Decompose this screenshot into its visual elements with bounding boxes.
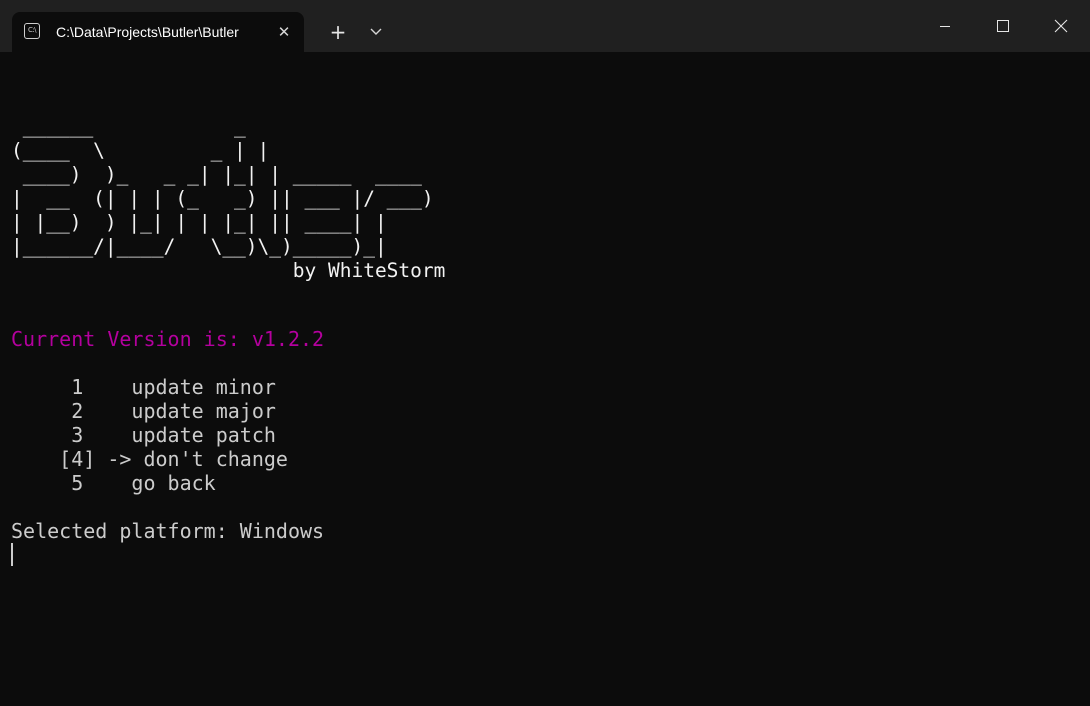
banner-line: | |__) ) |_| | | |_| || ____| | (11, 211, 387, 234)
version-line: Current Version is: v1.2.2 (11, 327, 325, 351)
menu-option: 1 update minor (11, 375, 276, 399)
banner-line: ______ _ (11, 115, 246, 138)
plus-icon: + (329, 20, 347, 44)
banner-byline: by WhiteStorm (11, 259, 446, 282)
menu-option: 3 update patch (11, 423, 276, 447)
menu-option: 5 go back (11, 471, 216, 495)
title-bar[interactable]: C:\ C:\Data\Projects\Butler\Butler ✕ + (0, 0, 1090, 52)
minimize-icon (940, 26, 950, 27)
terminal-output[interactable]: ______ _ (____ \ _ | | ____) )_ _ _| |_|… (0, 52, 1090, 706)
new-tab-button[interactable]: + (322, 18, 354, 46)
tab-title: C:\Data\Projects\Butler\Butler (56, 24, 239, 40)
banner-line: (____ \ _ | | (11, 139, 270, 162)
tab-dropdown-button[interactable] (362, 18, 390, 46)
maximize-button[interactable] (974, 0, 1032, 52)
close-button[interactable] (1032, 0, 1090, 52)
tab-active[interactable]: C:\ C:\Data\Projects\Butler\Butler ✕ (12, 12, 304, 52)
chevron-down-icon (370, 28, 382, 35)
terminal-icon: C:\ (24, 23, 40, 39)
text-cursor (11, 543, 13, 566)
platform-line: Selected platform: Windows (11, 519, 325, 543)
menu-option: 2 update major (11, 399, 276, 423)
banner-line: |______/|____/ \__)\_)_____)_| (11, 235, 387, 258)
banner-line: ____) )_ _ _| |_| | _____ ____ (11, 163, 422, 186)
close-icon (1054, 19, 1068, 33)
banner-line: | __ (| | | (_ _) || ___ |/ ___) (11, 187, 434, 210)
tab-close-button[interactable]: ✕ (274, 22, 294, 42)
menu-option-selected: [4] -> don't change (11, 447, 288, 471)
terminal-window: C:\ C:\Data\Projects\Butler\Butler ✕ + _… (0, 0, 1090, 706)
maximize-icon (997, 20, 1009, 32)
minimize-button[interactable] (916, 0, 974, 52)
